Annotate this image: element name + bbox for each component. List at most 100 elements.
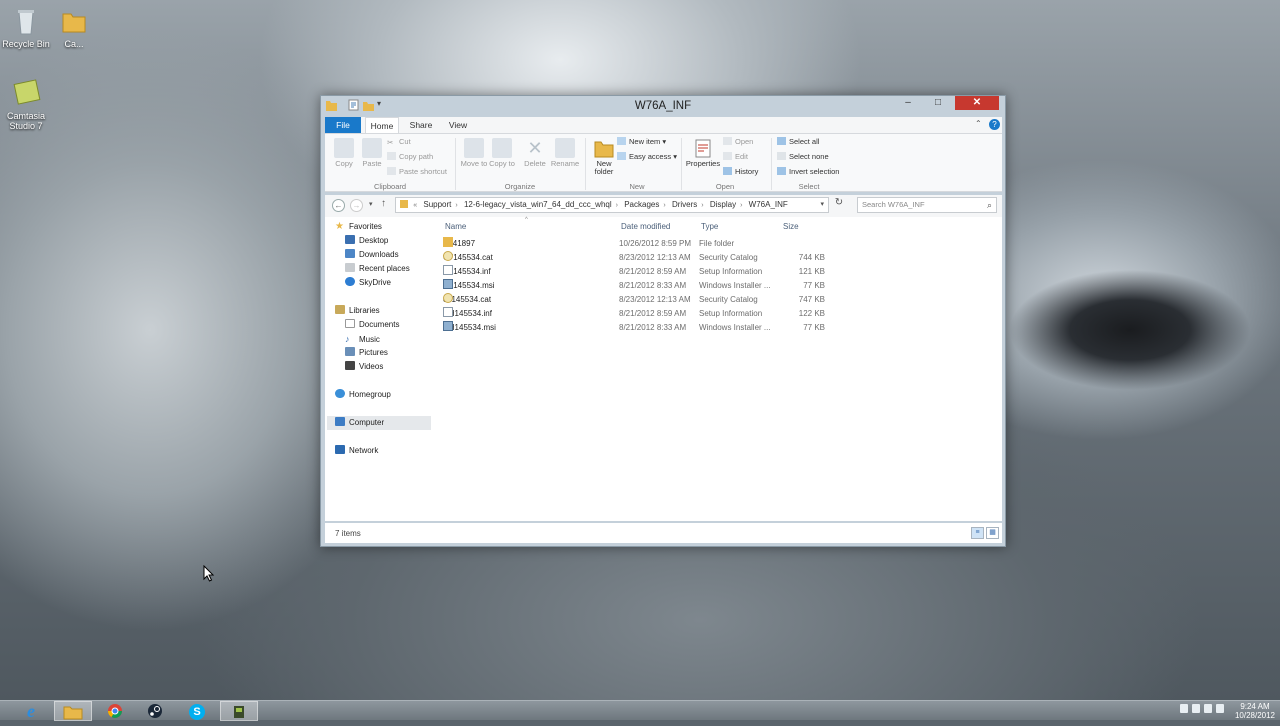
tab-home[interactable]: Home — [365, 117, 399, 133]
table-row[interactable]: CH145534.inf 8/21/2012 8:59 AM Setup Infor… — [443, 307, 843, 321]
move-to-button[interactable]: Move to — [459, 138, 489, 168]
rename-button[interactable]: Rename — [550, 138, 580, 168]
refresh-button[interactable]: ↻ — [831, 197, 847, 213]
folder-icon — [443, 237, 453, 247]
cut-button[interactable]: ✂ Cut — [387, 136, 411, 148]
tab-share[interactable]: Share — [405, 117, 437, 133]
ribbon-separator — [771, 138, 772, 190]
folder-desktop-icon[interactable]: Ca... — [44, 6, 104, 49]
nav-network[interactable]: Network — [335, 444, 378, 458]
select-none-button[interactable]: Select none — [777, 151, 829, 163]
column-header-type[interactable]: Type — [701, 222, 718, 231]
nav-homegroup[interactable]: Homegroup — [335, 388, 391, 402]
file-explorer-button[interactable] — [54, 701, 92, 721]
copy-path-button[interactable]: Copy path — [387, 151, 433, 163]
edit-button[interactable]: Edit — [723, 151, 748, 163]
internet-explorer-button[interactable]: e — [12, 701, 50, 721]
steam-button[interactable] — [136, 701, 174, 721]
network-icon[interactable] — [1204, 704, 1212, 713]
large-icons-view-button[interactable]: ▦ — [986, 527, 999, 539]
properties-button[interactable]: Properties — [685, 138, 721, 168]
select-all-button[interactable]: Select all — [777, 136, 819, 148]
help-icon[interactable]: ? — [989, 119, 1000, 130]
back-button[interactable]: ← — [332, 199, 345, 212]
flag-icon[interactable] — [1192, 704, 1200, 713]
table-row[interactable]: B141897 10/26/2012 8:59 PM File folder — [443, 237, 843, 251]
column-header-date[interactable]: Date modified — [621, 222, 670, 231]
paste-button[interactable]: Paste — [357, 138, 387, 168]
forward-button[interactable]: → — [350, 199, 363, 212]
nav-music[interactable]: ♪ Music — [345, 332, 380, 346]
chrome-button[interactable] — [96, 701, 134, 721]
breadcrumb-support[interactable]: Support — [423, 198, 451, 212]
breadcrumb-chevron-icon[interactable]: › — [701, 199, 703, 212]
camtasia-desktop-icon[interactable]: Camtasia Studio 7 — [0, 78, 56, 131]
breadcrumb-chevron-icon[interactable]: › — [616, 199, 618, 212]
breadcrumb-chevron-icon[interactable]: › — [455, 199, 457, 212]
column-header-size[interactable]: Size — [783, 222, 799, 231]
nav-network-label: Network — [349, 446, 379, 455]
up-arrow-icon[interactable]: ↑ — [381, 198, 386, 209]
nav-videos[interactable]: Videos — [345, 360, 383, 374]
table-row[interactable]: C7145534.inf 8/21/2012 8:59 AM Setup Infor… — [443, 265, 843, 279]
clock[interactable]: 9:24 AM 10/28/2012 — [1232, 702, 1278, 720]
tab-file[interactable]: File — [325, 117, 361, 133]
open-group-label: Open — [715, 182, 735, 191]
nav-skydrive[interactable]: SkyDrive — [345, 276, 391, 290]
column-header-name[interactable]: Name — [445, 222, 466, 231]
invert-selection-button[interactable]: Invert selection — [777, 166, 839, 178]
history-button[interactable]: History — [723, 166, 758, 178]
nav-desktop[interactable]: Desktop — [345, 234, 388, 248]
nav-favorites[interactable]: ★ Favorites — [335, 220, 382, 234]
skydrive-icon — [345, 277, 355, 286]
open-button[interactable]: Open — [723, 136, 753, 148]
nav-computer[interactable]: Computer — [327, 416, 431, 430]
copy-to-button[interactable]: Copy to — [487, 138, 517, 168]
breadcrumb-chevron-icon[interactable]: › — [663, 199, 665, 212]
title-bar[interactable]: ▾ W76A_INF – □ ✕ — [321, 96, 1005, 116]
nav-downloads[interactable]: Downloads — [345, 248, 399, 262]
easy-access-button[interactable]: Easy access ▾ — [617, 151, 677, 163]
copy-button[interactable]: Copy — [329, 138, 359, 168]
new-folder-button[interactable]: New folder — [589, 138, 619, 176]
table-row[interactable]: ch145534.cat 8/23/2012 12:13 AM Security C… — [443, 293, 843, 307]
recent-locations-icon[interactable]: ▾ — [369, 200, 373, 208]
breadcrumb-overflow[interactable]: « — [413, 199, 417, 212]
paste-shortcut-button[interactable]: Paste shortcut — [387, 166, 447, 178]
address-history-chevron-down-icon[interactable]: ▾ — [820, 198, 824, 212]
breadcrumb-display[interactable]: Display — [710, 198, 736, 212]
breadcrumb-chevron-icon[interactable]: › — [740, 199, 742, 212]
minimize-button[interactable]: – — [895, 96, 921, 110]
delete-label: Delete — [524, 159, 546, 168]
table-row[interactable]: C7145534.msi 8/21/2012 8:33 AM Windows Ins… — [443, 279, 843, 293]
nav-libraries[interactable]: Libraries — [335, 304, 380, 318]
catalog-icon — [443, 293, 453, 303]
breadcrumb-package[interactable]: 12-6-legacy_vista_win7_64_dd_ccc_whql — [464, 198, 612, 212]
file-date-modified: 8/21/2012 8:59 AM — [619, 265, 686, 279]
breadcrumb-drivers[interactable]: Drivers — [672, 198, 697, 212]
search-icon[interactable]: ⌕ — [987, 198, 992, 212]
breadcrumb-packages[interactable]: Packages — [624, 198, 659, 212]
nav-documents[interactable]: Documents — [345, 318, 399, 332]
close-button[interactable]: ✕ — [955, 96, 999, 110]
breadcrumb-current[interactable]: W76A_INF — [749, 198, 788, 212]
new-item-button[interactable]: New item ▾ — [617, 136, 666, 148]
history-label: History — [735, 167, 759, 176]
volume-icon[interactable] — [1216, 704, 1224, 713]
search-input[interactable]: Search W76A_INF ⌕ — [857, 197, 997, 213]
minimize-ribbon-icon[interactable]: ⌃ — [975, 119, 982, 128]
nav-recent-places[interactable]: Recent places — [345, 262, 410, 276]
address-bar[interactable]: « Support › 12-6-legacy_vista_win7_64_dd_… — [395, 197, 829, 213]
show-hidden-icons-icon[interactable] — [1180, 704, 1188, 713]
nav-pictures[interactable]: Pictures — [345, 346, 388, 360]
table-row[interactable]: CH145534.msi 8/21/2012 8:33 AM Windows Ins… — [443, 321, 843, 335]
tab-view[interactable]: View — [443, 117, 473, 133]
skype-button[interactable]: S — [178, 701, 216, 721]
maximize-button[interactable]: □ — [925, 96, 951, 110]
rename-icon — [555, 138, 575, 158]
camtasia-button[interactable] — [220, 701, 258, 721]
details-view-button[interactable]: ≡ — [971, 527, 984, 539]
table-row[interactable]: C7145534.cat 8/23/2012 12:13 AM Security C… — [443, 251, 843, 265]
file-date-modified-text: 10/26/2012 8:59 PM — [619, 239, 692, 248]
delete-button[interactable]: ✕ Delete — [520, 138, 550, 168]
